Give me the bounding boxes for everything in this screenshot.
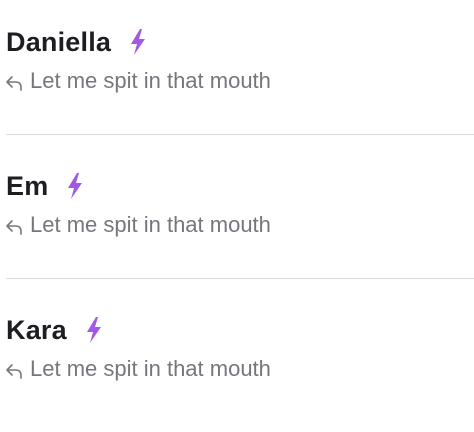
last-message-preview: Let me spit in that mouth: [5, 354, 271, 384]
conversation-item-kara[interactable]: Kara Let me spit in that mouth: [0, 288, 474, 432]
last-message-text: Let me spit in that mouth: [30, 212, 271, 237]
conversation-header: Em: [6, 168, 84, 204]
lightning-bolt-icon: [129, 29, 147, 55]
contact-name: Kara: [6, 315, 67, 345]
conversation-item-em[interactable]: Em Let me spit in that mouth: [0, 144, 474, 288]
reply-arrow-icon: [5, 218, 23, 236]
reply-arrow-icon: [5, 74, 23, 92]
conversation-header: Kara: [6, 312, 103, 348]
conversation-item-daniella[interactable]: Daniella Let me spit in that mouth: [0, 0, 474, 144]
reply-arrow-icon: [5, 362, 23, 380]
divider: [6, 134, 474, 135]
lightning-bolt-icon: [85, 317, 103, 343]
divider: [6, 278, 474, 279]
contact-name: Em: [6, 171, 49, 201]
conversation-header: Daniella: [6, 24, 147, 60]
last-message-text: Let me spit in that mouth: [30, 356, 271, 381]
contact-name: Daniella: [6, 27, 112, 57]
last-message-text: Let me spit in that mouth: [30, 68, 271, 93]
lightning-bolt-icon: [66, 173, 84, 199]
last-message-preview: Let me spit in that mouth: [5, 210, 271, 240]
last-message-preview: Let me spit in that mouth: [5, 66, 271, 96]
conversation-list: Daniella Let me spit in that mouth Em Le…: [0, 0, 474, 408]
